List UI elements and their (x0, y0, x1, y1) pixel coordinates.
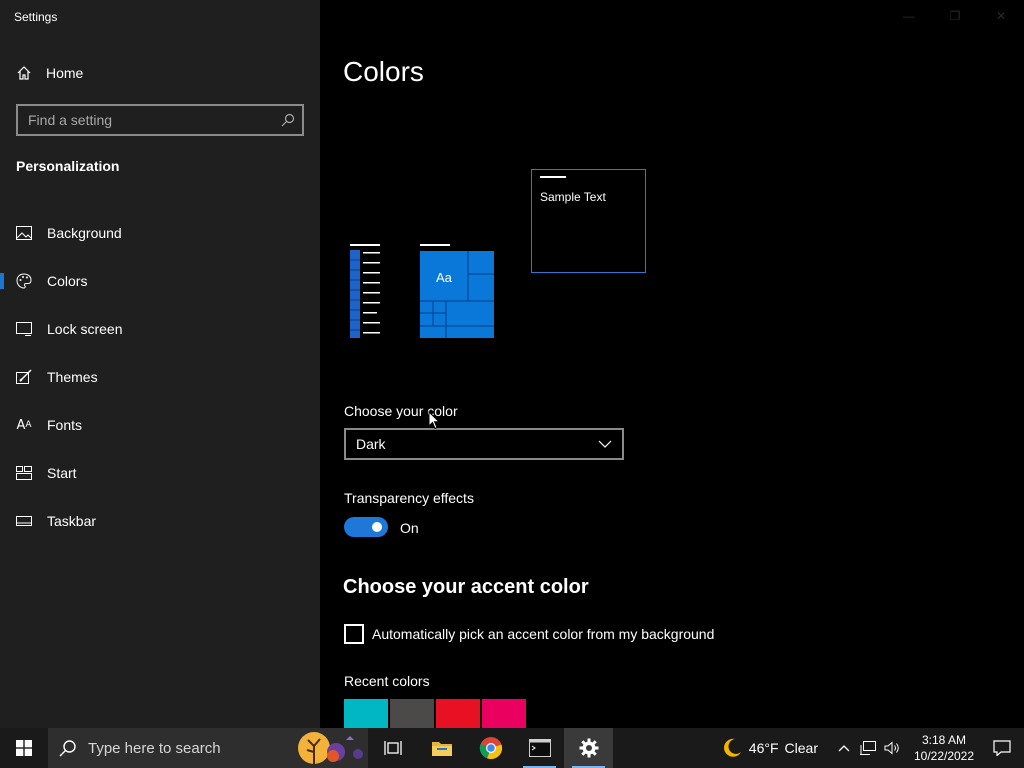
main-content: — ❐ ✕ Colors Aa Sample Text Choose your … (320, 0, 1024, 728)
clock-date: 10/22/2022 (913, 749, 975, 763)
dropdown-value: Dark (356, 436, 386, 452)
file-explorer-button[interactable] (417, 728, 466, 768)
sidebar-item-themes[interactable]: Themes (0, 353, 320, 401)
page-title: Colors (343, 56, 424, 87)
choose-color-label: Choose your color (344, 403, 458, 419)
maximize-button[interactable]: ❐ (932, 0, 978, 32)
color-swatch[interactable] (390, 699, 434, 728)
palette-icon (16, 273, 32, 289)
tile-sample-text: Aa (436, 270, 452, 285)
color-swatch[interactable] (482, 699, 526, 728)
window-controls: — ❐ ✕ (886, 0, 1024, 32)
windows-logo-icon (16, 740, 32, 756)
show-hidden-icons-button[interactable] (832, 728, 856, 768)
folder-icon (431, 742, 452, 756)
recent-colors-label: Recent colors (344, 673, 430, 689)
taskbar-search-placeholder: Type here to search (88, 739, 221, 757)
sidebar-item-lock-screen[interactable]: Lock screen (0, 305, 320, 353)
taskbar-search-box[interactable]: Type here to search (48, 728, 368, 768)
home-icon (17, 66, 31, 80)
start-icon (16, 465, 32, 481)
pinned-apps (368, 728, 613, 768)
sample-window-preview: Sample Text (531, 169, 646, 273)
settings-app-button[interactable] (564, 728, 613, 768)
sidebar-item-start[interactable]: Start (0, 449, 320, 497)
weather-temp: 46°F (748, 740, 779, 756)
chevron-up-icon (838, 745, 850, 752)
transparency-label: Transparency effects (344, 490, 474, 506)
task-view-icon (383, 741, 402, 755)
notification-icon (993, 740, 1011, 756)
terminal-button[interactable] (515, 728, 564, 768)
weather-widget[interactable]: 46°F Clear (721, 737, 818, 759)
clock-time: 3:18 AM (921, 733, 967, 747)
start-tiles-preview: Aa (420, 244, 496, 338)
chrome-icon (479, 737, 502, 760)
halloween-search-highlight-icon[interactable] (296, 730, 368, 766)
image-icon (16, 225, 32, 241)
gear-icon (579, 738, 598, 758)
sidebar-item-label: Taskbar (47, 513, 97, 529)
sidebar-item-background[interactable]: Background (0, 209, 320, 257)
sidebar-nav: Background Colors Lock screen Themes AA … (0, 209, 320, 545)
color-swatch[interactable] (344, 699, 388, 728)
lock-screen-icon (16, 321, 32, 337)
color-mode-dropdown[interactable]: Dark (344, 428, 624, 460)
home-nav-item[interactable]: Home (16, 62, 83, 84)
sidebar-item-colors[interactable]: Colors (0, 257, 320, 305)
sidebar-item-fonts[interactable]: AA Fonts (0, 401, 320, 449)
system-tray: 46°F Clear 3:18 AM 10/22/2022 (721, 728, 1024, 768)
auto-accent-option[interactable]: Automatically pick an accent color from … (344, 624, 714, 644)
transparency-toggle[interactable] (344, 517, 388, 537)
sidebar-item-label: Colors (47, 273, 88, 289)
sidebar-item-taskbar[interactable]: Taskbar (0, 497, 320, 545)
close-button[interactable]: ✕ (978, 0, 1024, 32)
settings-search-box[interactable] (16, 104, 304, 136)
taskbar-icon (16, 513, 32, 529)
auto-accent-label: Automatically pick an accent color from … (372, 626, 715, 642)
notifications-button[interactable] (980, 728, 1024, 768)
chevron-down-icon (598, 440, 612, 448)
chrome-button[interactable] (466, 728, 515, 768)
speaker-icon (884, 741, 899, 755)
home-label: Home (46, 65, 84, 81)
moon-icon (723, 738, 741, 757)
start-list-preview (350, 244, 380, 338)
section-title: Personalization (16, 158, 120, 174)
accent-color-title: Choose your accent color (343, 576, 589, 598)
sidebar: Settings Home Personalization Background… (0, 0, 320, 728)
taskbar: Type here to search 46°F Clear 3:18 AM 1… (0, 728, 1024, 768)
theme-preview: Aa Sample Text (348, 168, 648, 343)
sidebar-item-label: Lock screen (47, 321, 123, 337)
color-swatch[interactable] (436, 699, 480, 728)
volume-button[interactable] (880, 728, 904, 768)
transparency-state: On (400, 520, 419, 536)
search-icon[interactable] (274, 113, 302, 127)
fonts-icon: AA (16, 417, 32, 433)
start-button[interactable] (0, 728, 48, 768)
sidebar-item-label: Start (47, 465, 77, 481)
toggle-knob (372, 522, 382, 532)
themes-brush-icon (16, 369, 32, 385)
search-input[interactable] (18, 106, 274, 134)
terminal-icon (528, 739, 551, 757)
search-icon (48, 739, 88, 757)
auto-accent-checkbox[interactable] (344, 624, 364, 644)
recent-colors (344, 699, 526, 728)
minimize-button[interactable]: — (886, 0, 932, 32)
network-icon (860, 741, 876, 755)
mouse-cursor-icon (428, 411, 440, 430)
sidebar-item-label: Themes (47, 369, 98, 385)
sidebar-item-label: Background (47, 225, 122, 241)
network-button[interactable] (856, 728, 880, 768)
sidebar-item-label: Fonts (47, 417, 83, 433)
clock[interactable]: 3:18 AM 10/22/2022 (908, 732, 980, 764)
sample-text: Sample Text (540, 190, 606, 204)
weather-condition: Clear (784, 740, 818, 756)
app-title: Settings (14, 10, 58, 24)
task-view-button[interactable] (368, 728, 417, 768)
